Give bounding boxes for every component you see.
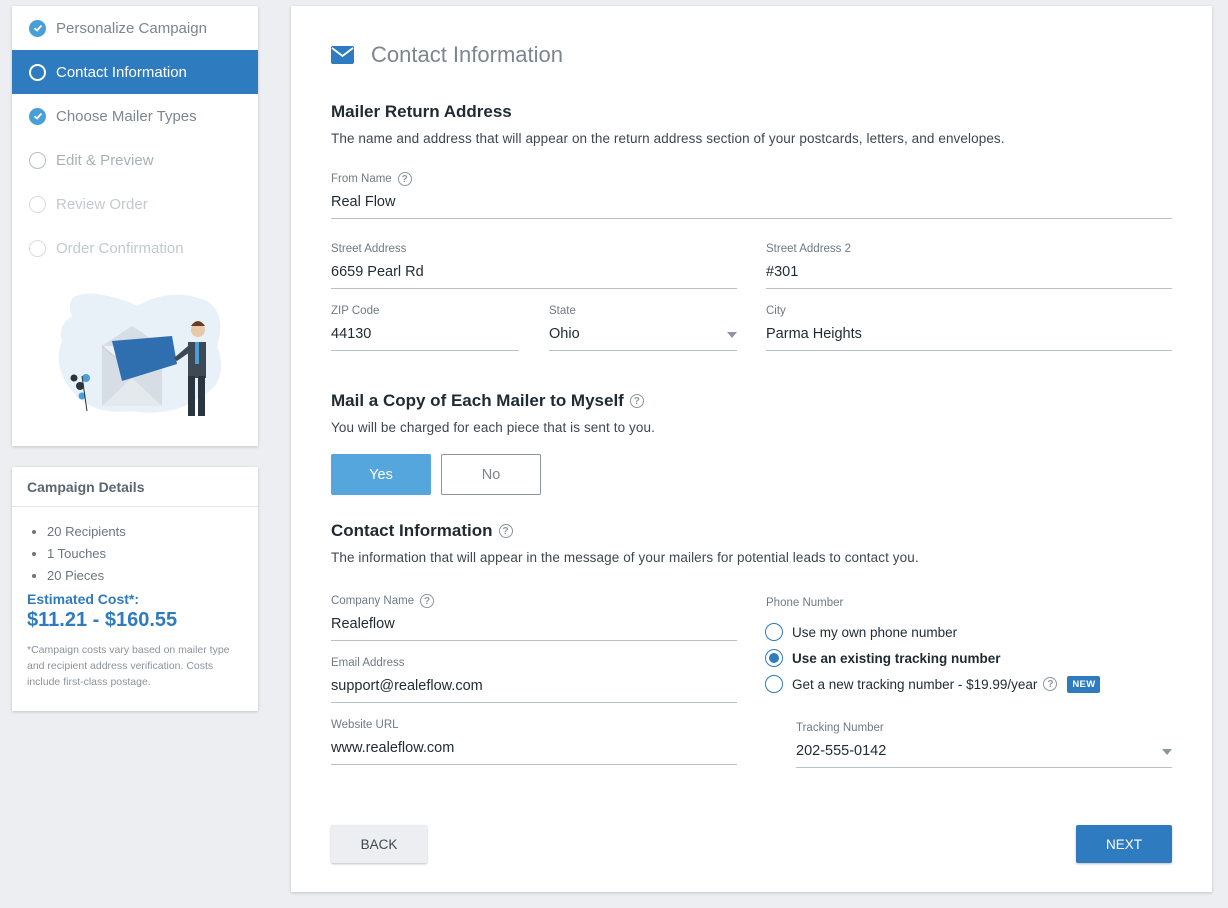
phone-option-own[interactable]: Use my own phone number xyxy=(765,623,957,641)
mail-copy-title: Mail a Copy of Each Mailer to Myself? xyxy=(331,391,644,411)
circle-icon xyxy=(29,239,46,257)
website-field[interactable]: Website URL www.realeflow.com xyxy=(331,718,737,765)
step-order-confirmation: Order Confirmation xyxy=(12,226,258,270)
email-input[interactable]: support@realeflow.com xyxy=(331,678,737,703)
radio-icon[interactable] xyxy=(765,675,783,693)
yes-button[interactable]: Yes xyxy=(331,454,431,495)
mail-copy-title-text: Mail a Copy of Each Mailer to Myself xyxy=(331,391,624,410)
step-label: Order Confirmation xyxy=(56,239,184,257)
new-badge: NEW xyxy=(1067,675,1101,693)
state-field[interactable]: State Ohio xyxy=(549,304,737,351)
next-button[interactable]: NEXT xyxy=(1076,825,1172,863)
help-icon[interactable]: ? xyxy=(1043,677,1058,691)
step-label: Personalize Campaign xyxy=(56,19,207,37)
no-button[interactable]: No xyxy=(441,454,541,495)
email-field[interactable]: Email Address support@realeflow.com xyxy=(331,656,737,703)
campaign-details-list: 20 Recipients 1 Touches 20 Pieces xyxy=(12,507,258,589)
from-name-field[interactable]: From Name? Real Flow xyxy=(331,172,1172,219)
company-name-field[interactable]: Company Name? Realeflow xyxy=(331,594,737,641)
from-name-label: From Name xyxy=(331,173,392,185)
zip-code-field[interactable]: ZIP Code 44130 xyxy=(331,304,519,351)
contact-info-title-text: Contact Information xyxy=(331,521,493,540)
campaign-details-title: Campaign Details xyxy=(12,467,258,507)
help-icon[interactable]: ? xyxy=(629,394,644,408)
page-header: Contact Information xyxy=(331,42,563,68)
street-address-2-label: Street Address 2 xyxy=(766,243,852,255)
city-field[interactable]: City Parma Heights xyxy=(766,304,1172,351)
radio-icon[interactable] xyxy=(765,623,783,641)
phone-option-existing[interactable]: Use an existing tracking number xyxy=(765,649,1001,667)
phone-option-label: Use an existing tracking number xyxy=(792,650,1001,666)
tracking-number-select[interactable]: 202-555-0142 xyxy=(796,743,1172,768)
circle-icon xyxy=(29,63,46,81)
phone-number-heading: Phone Number xyxy=(766,596,843,610)
list-item: 20 Pieces xyxy=(47,567,258,589)
check-icon xyxy=(29,107,46,125)
city-input[interactable]: Parma Heights xyxy=(766,326,1172,351)
radio-selected-icon[interactable] xyxy=(765,649,783,667)
from-name-input[interactable]: Real Flow xyxy=(331,194,1172,219)
street-address-label: Street Address xyxy=(331,243,407,255)
step-review-order: Review Order xyxy=(12,182,258,226)
tracking-number-label: Tracking Number xyxy=(796,722,884,734)
check-icon xyxy=(29,19,46,37)
page-title: Contact Information xyxy=(371,42,563,67)
email-label: Email Address xyxy=(331,657,405,669)
street-address-2-input[interactable]: #301 xyxy=(766,264,1172,289)
help-icon[interactable]: ? xyxy=(397,172,412,186)
campaign-details-card: Campaign Details 20 Recipients 1 Touches… xyxy=(12,467,258,711)
estimated-cost-value: $11.21 - $160.55 xyxy=(27,609,178,631)
step-choose-mailer-types[interactable]: Choose Mailer Types xyxy=(12,94,258,138)
phone-option-new[interactable]: Get a new tracking number - $19.99/year … xyxy=(765,675,1101,693)
list-item: 20 Recipients xyxy=(47,523,258,545)
cost-note: *Campaign costs vary based on mailer typ… xyxy=(27,644,230,688)
return-address-title: Mailer Return Address xyxy=(331,102,512,121)
step-contact-information[interactable]: Contact Information xyxy=(12,50,258,94)
back-button[interactable]: BACK xyxy=(331,825,427,863)
step-personalize-campaign[interactable]: Personalize Campaign xyxy=(12,6,258,50)
circle-icon xyxy=(29,151,46,169)
list-item: 1 Touches xyxy=(47,545,258,567)
return-address-desc: The name and address that will appear on… xyxy=(331,131,1005,146)
street-address-input[interactable]: 6659 Pearl Rd xyxy=(331,264,737,289)
help-icon[interactable]: ? xyxy=(420,594,435,608)
step-label: Review Order xyxy=(56,195,148,213)
phone-option-label: Get a new tracking number - $19.99/year xyxy=(792,676,1038,692)
phone-number-label: Phone Number xyxy=(766,597,844,609)
contact-info-desc: The information that will appear in the … xyxy=(331,550,919,565)
contact-form-panel: Contact Information Mailer Return Addres… xyxy=(291,6,1212,892)
step-label: Choose Mailer Types xyxy=(56,107,197,125)
street-address-field[interactable]: Street Address 6659 Pearl Rd xyxy=(331,242,737,289)
state-value: Ohio xyxy=(549,326,580,342)
step-label: Contact Information xyxy=(56,63,187,81)
website-input[interactable]: www.realeflow.com xyxy=(331,740,737,765)
company-name-label: Company Name xyxy=(331,595,415,607)
envelope-icon xyxy=(331,46,354,64)
tracking-number-value: 202-555-0142 xyxy=(796,743,887,759)
step-label: Edit & Preview xyxy=(56,151,154,169)
website-label: Website URL xyxy=(331,719,399,731)
mailer-illustration xyxy=(58,293,222,416)
zip-code-label: ZIP Code xyxy=(331,305,380,317)
tracking-number-field[interactable]: Tracking Number 202-555-0142 xyxy=(796,721,1172,768)
estimated-cost-label: Estimated Cost*: xyxy=(27,591,140,607)
caret-down-icon xyxy=(727,332,737,338)
circle-icon xyxy=(29,195,46,213)
mail-copy-desc: You will be charged for each piece that … xyxy=(331,420,655,435)
caret-down-icon xyxy=(1162,749,1172,755)
step-edit-preview[interactable]: Edit & Preview xyxy=(12,138,258,182)
street-address-2-field[interactable]: Street Address 2 #301 xyxy=(766,242,1172,289)
steps-panel: Personalize Campaign Contact Information… xyxy=(12,6,258,446)
state-select[interactable]: Ohio xyxy=(549,326,737,351)
state-label: State xyxy=(549,305,576,317)
contact-info-title: Contact Information? xyxy=(331,521,513,541)
company-name-input[interactable]: Realeflow xyxy=(331,616,737,641)
help-icon[interactable]: ? xyxy=(498,524,513,538)
city-label: City xyxy=(766,305,786,317)
phone-option-label: Use my own phone number xyxy=(792,624,958,640)
zip-code-input[interactable]: 44130 xyxy=(331,326,519,351)
